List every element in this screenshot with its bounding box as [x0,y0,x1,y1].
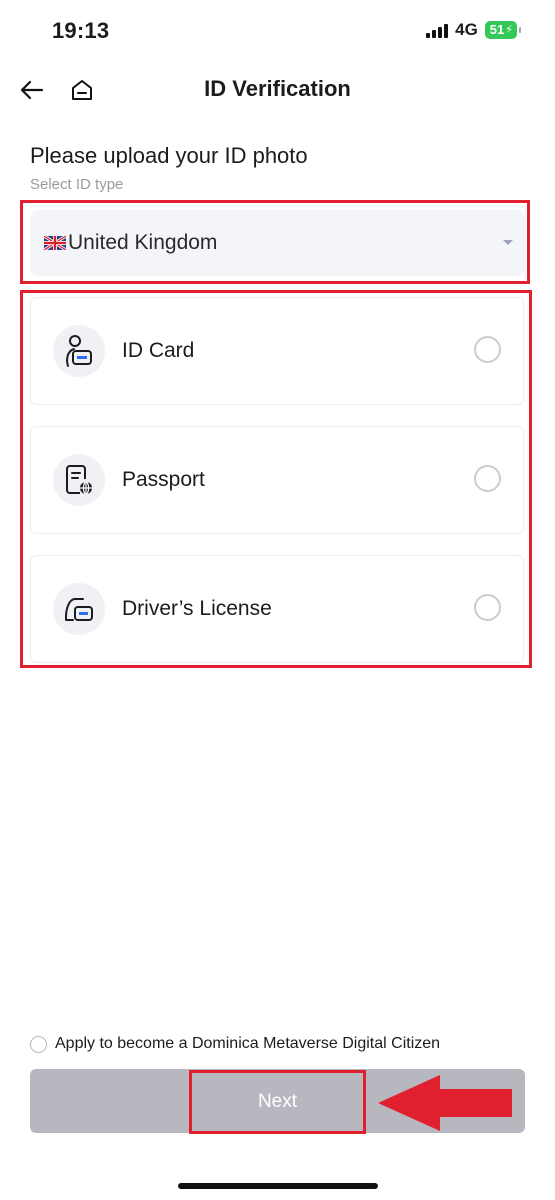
country-value: United Kingdom [68,231,218,254]
chevron-down-icon [503,240,513,245]
battery-icon: 51 ⚡ [484,21,521,39]
option-label: Passport [122,468,205,491]
red-arrow-annotation [378,1075,512,1131]
citizen-label: Apply to become a Dominica Metaverse Dig… [55,1035,441,1052]
option-label: ID Card [122,339,195,362]
upload-heading: Please upload your ID photo [30,143,308,168]
option-passport[interactable]: Passport [30,426,524,534]
id-card-icon [53,325,105,377]
radio-drivers-license[interactable] [474,594,501,621]
citizen-radio[interactable] [30,1035,47,1053]
uk-flag-icon [44,236,66,250]
drivers-license-icon [53,583,105,635]
battery-level: 51 [489,22,505,37]
home-indicator[interactable] [178,1183,378,1189]
network-type: 4G [455,20,478,39]
passport-icon [53,454,105,506]
status-time: 19:13 [52,18,110,43]
charging-icon: ⚡ [505,24,513,36]
status-indicators: 4G 51 ⚡ [426,20,521,40]
signal-icon [426,22,449,38]
page-title: ID Verification [204,76,351,101]
next-label: Next [257,1091,298,1112]
radio-passport[interactable] [474,465,501,492]
select-id-type-label: Select ID type [30,176,124,193]
option-label: Driver’s License [122,597,272,620]
country-select[interactable]: United Kingdom [30,210,525,276]
radio-id-card[interactable] [474,336,501,363]
citizen-option[interactable]: Apply to become a Dominica Metaverse Dig… [30,1035,440,1053]
option-id-card[interactable]: ID Card [30,297,524,405]
option-drivers-license[interactable]: Driver’s License [30,555,524,663]
